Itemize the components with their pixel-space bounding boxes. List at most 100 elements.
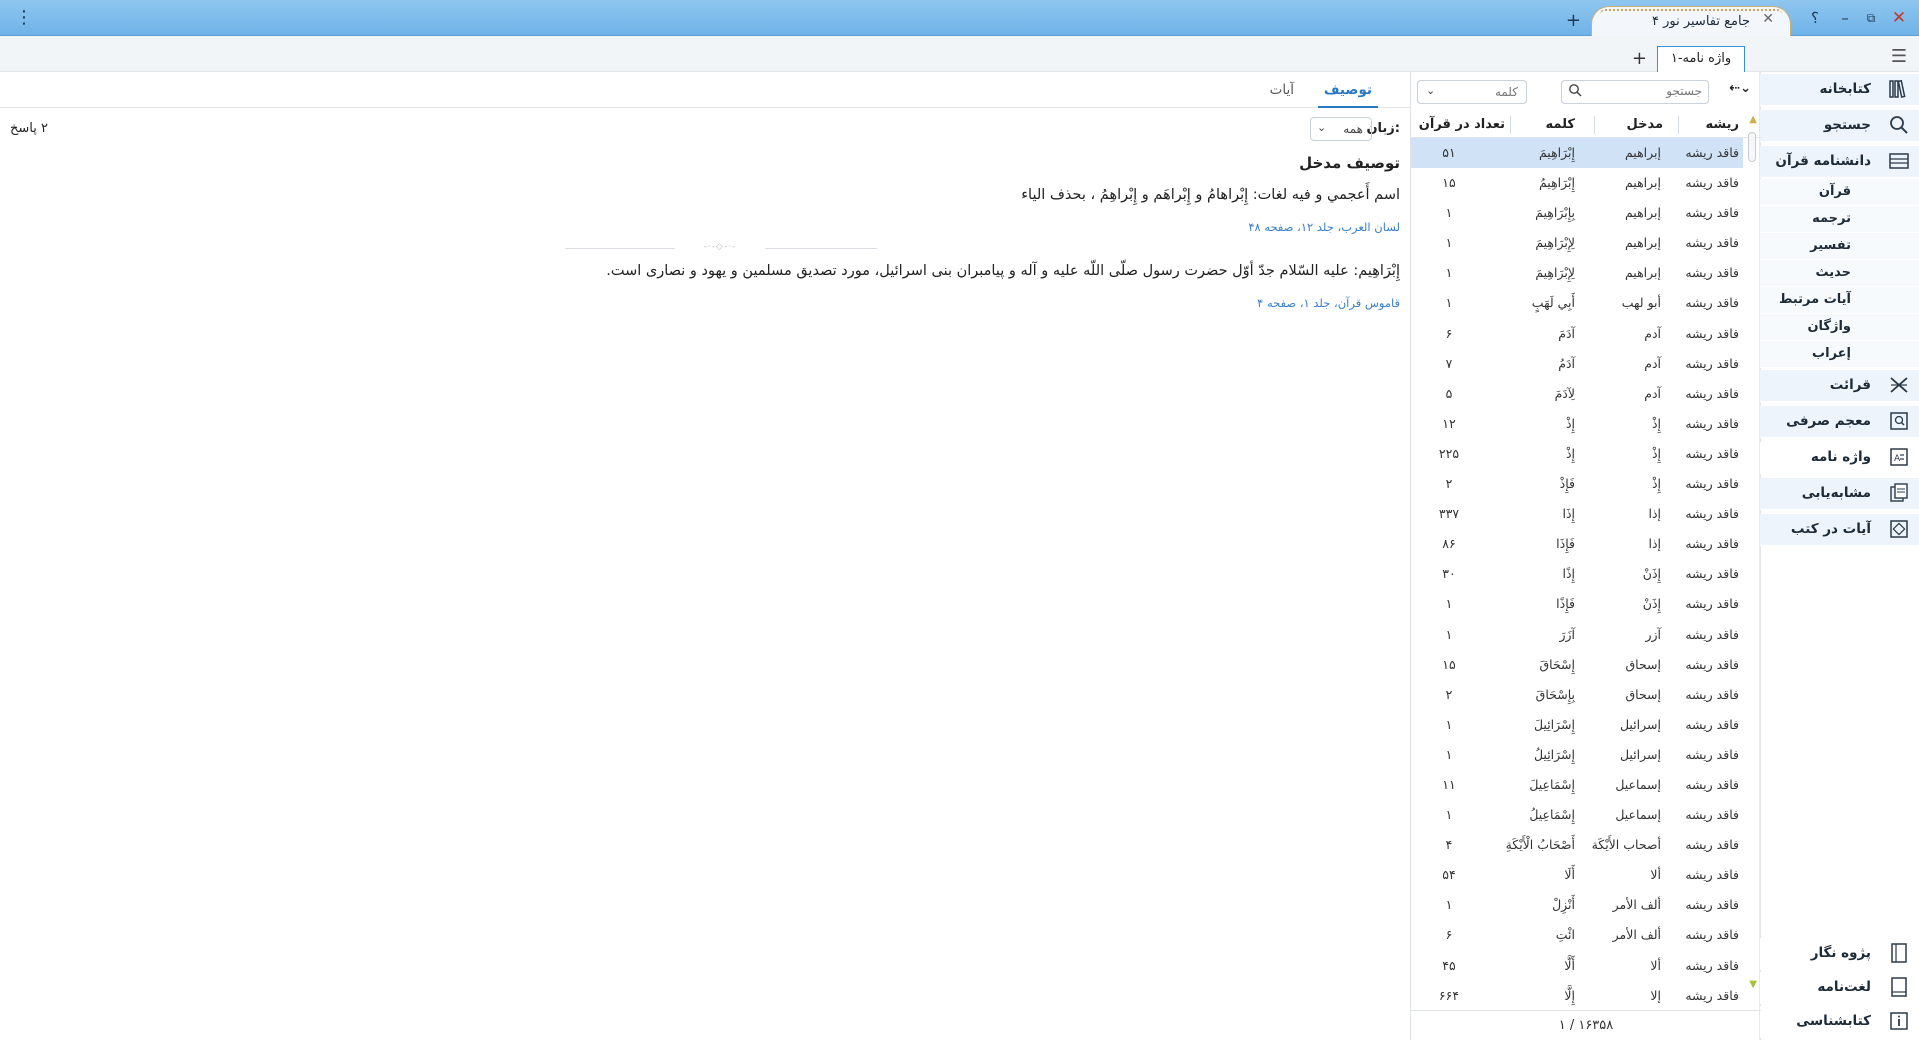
sidebar-item-similarity[interactable]: مشابه‌یابی xyxy=(1760,478,1919,510)
table-row[interactable]: فاقد ریشه أصحاب الأَيْكَة أَصْحَابُ الْأَي… xyxy=(1411,830,1743,860)
sidebar-item-tafsir[interactable]: تفسیر xyxy=(1760,233,1919,260)
cell-root: فاقد ریشه xyxy=(1685,987,1739,1003)
sidebar-item-search[interactable]: جستجو xyxy=(1760,110,1919,142)
tab-dictionary-1[interactable]: واژه نامه-۱ xyxy=(1657,46,1745,72)
sidebar-item-lexicon[interactable]: لغت‌نامه xyxy=(1760,972,1919,1004)
cell-root: فاقد ریشه xyxy=(1685,175,1739,191)
sidebar-item-vocabulary[interactable]: واژگان xyxy=(1760,314,1919,341)
new-document-tab-button[interactable]: + xyxy=(1632,48,1647,69)
table-row[interactable]: فاقد ریشه إذا إِذَا ۳۳۷ xyxy=(1411,499,1743,529)
cell-word: إِبْرَاهِيمَ xyxy=(1538,145,1575,160)
sidebar-item-quran[interactable]: قرآن xyxy=(1760,179,1919,206)
column-header-word[interactable]: کلمه xyxy=(1546,117,1575,132)
table-row[interactable]: فاقد ریشه أبو لهب أَبِي لَهَبٍ ۱ xyxy=(1411,288,1743,318)
table-row[interactable]: فاقد ریشه آزر آزَرَ ۱ xyxy=(1411,620,1743,650)
sidebar-item-dictionary[interactable]: A واژه نامه xyxy=(1760,442,1919,474)
cell-entry: إِذْ xyxy=(1651,445,1661,461)
table-row[interactable]: فاقد ریشه إبراهيم إِبْرَاهِيمَ ۵۱ xyxy=(1411,138,1743,169)
entry-source-link[interactable]: لسان العرب، جلد ۱۲، صفحه ۴۸ xyxy=(1248,220,1400,234)
search-icon[interactable] xyxy=(1568,83,1582,101)
sidebar-item-verses-in-books[interactable]: آیات در کتب xyxy=(1760,514,1919,546)
cell-entry: إِذَنْ xyxy=(1642,566,1661,582)
cell-count: ۵ xyxy=(1445,385,1453,401)
sidebar-item-label: پژوه نگار xyxy=(1810,945,1871,961)
tab-description[interactable]: توصیف xyxy=(1317,82,1379,108)
minimize-button[interactable]: – xyxy=(1833,6,1857,30)
scrollbar-thumb[interactable] xyxy=(1748,132,1756,162)
help-button[interactable]: ؟ xyxy=(1803,6,1827,30)
column-header-root[interactable]: ریشه xyxy=(1706,117,1739,132)
search-input[interactable] xyxy=(1592,84,1702,98)
cell-word: آدَمُ xyxy=(1558,355,1575,371)
table-row[interactable]: فاقد ریشه آدم لِآدَمَ ۵ xyxy=(1411,379,1743,409)
cell-entry: إذا xyxy=(1648,536,1661,552)
table-row[interactable]: فاقد ریشه إِذْ إِذْ ۲۲۵ xyxy=(1411,439,1743,469)
app-tab-close-icon[interactable]: ✕ xyxy=(1762,11,1774,27)
sidebar-item-irab[interactable]: إعراب xyxy=(1760,341,1919,368)
sidebar-item-library[interactable]: کتابخانه xyxy=(1760,74,1919,106)
table-row[interactable]: فاقد ریشه ألا أَلَا ۵۴ xyxy=(1411,860,1743,890)
table-row[interactable]: فاقد ریشه إذا فَإِذَا ۸۶ xyxy=(1411,529,1743,559)
table-row[interactable]: فاقد ریشه إبراهيم بِإِبْرَاهِيمَ ۱ xyxy=(1411,198,1743,228)
table-row[interactable]: فاقد ریشه إلا إِلَّا ۶۶۴ xyxy=(1411,981,1743,1011)
column-header-count[interactable]: تعداد در قرآن xyxy=(1419,117,1505,132)
sidebar-item-label: جستجو xyxy=(1823,117,1871,133)
table-row[interactable]: فاقد ریشه إسرائيل إِسْرَائِيلَ ۱ xyxy=(1411,710,1743,740)
swords-icon xyxy=(1887,374,1911,398)
sidebar-item-hadith[interactable]: حدیث xyxy=(1760,260,1919,287)
table-row[interactable]: فاقد ریشه آدم آدَمُ ۷ xyxy=(1411,349,1743,379)
app-tab[interactable]: ✕ جامع تفاسیر نور ۴ xyxy=(1591,6,1791,36)
table-row[interactable]: فاقد ریشه إسحاق إِسْحَاقَ ۱۵ xyxy=(1411,650,1743,680)
cell-entry: آدم xyxy=(1644,325,1661,341)
cell-word: إِذْ xyxy=(1565,445,1575,461)
svg-text:A: A xyxy=(1894,454,1901,464)
search-field-dropdown[interactable]: کلمه ⌄ xyxy=(1417,80,1527,104)
cell-count: ۷ xyxy=(1445,355,1453,371)
close-button[interactable]: ✕ xyxy=(1887,6,1911,30)
sidebar-item-translation[interactable]: ترجمه xyxy=(1760,206,1919,233)
cell-word: لِإِبْرَاهِيمَ xyxy=(1535,235,1575,251)
table-row[interactable]: فاقد ریشه إبراهيم إِبْرَاهِيمُ ۱۵ xyxy=(1411,168,1743,198)
restore-button[interactable]: ⧉ xyxy=(1859,6,1883,30)
sidebar-item-related-verses[interactable]: آیات مرتبط xyxy=(1760,287,1919,314)
table-row[interactable]: فاقد ریشه إسماعيل إِسْمَاعِيلَ ۱۱ xyxy=(1411,770,1743,800)
table-scrollbar[interactable]: ▲ ▼ xyxy=(1745,112,1759,992)
column-header-entry[interactable]: مدخل xyxy=(1626,117,1663,132)
search-box[interactable] xyxy=(1561,80,1709,104)
scroll-up-arrow-icon[interactable]: ▲ xyxy=(1749,114,1757,125)
table-row[interactable]: فاقد ریشه إِذْ إِذْ ۱۲ xyxy=(1411,409,1743,439)
pagination-status: ۱ / ۱۶۳۵۸ xyxy=(1411,1010,1761,1040)
new-app-tab-button[interactable]: + xyxy=(1566,10,1581,31)
table-row[interactable]: فاقد ریشه إسماعيل إِسْمَاعِيلُ ۱ xyxy=(1411,800,1743,830)
sidebar-item-qiraat[interactable]: قرائت xyxy=(1760,370,1919,402)
cell-root: فاقد ریشه xyxy=(1685,716,1739,732)
tab-verses[interactable]: آیات xyxy=(1270,82,1294,98)
table-row[interactable]: فاقد ریشه إسحاق بِإِسْحَاقَ ۲ xyxy=(1411,680,1743,710)
language-dropdown[interactable]: همه ⌄ xyxy=(1310,117,1372,141)
cell-count: ۱ xyxy=(1445,295,1453,311)
sidebar-item-quran-encyclopedia[interactable]: دانشنامه قرآن xyxy=(1760,146,1919,178)
table-row[interactable]: فاقد ریشه إِذَنْ فَإِذًا ۱ xyxy=(1411,589,1743,619)
table-row[interactable]: فاقد ریشه ألا أَلَّا ۴۵ xyxy=(1411,951,1743,981)
cell-entry: إسماعيل xyxy=(1615,776,1661,792)
scroll-down-arrow-icon[interactable]: ▼ xyxy=(1749,979,1757,990)
sidebar-item-morphology[interactable]: معجم صرفی xyxy=(1760,406,1919,438)
kebab-menu-icon[interactable]: ⋮ xyxy=(12,6,36,30)
sidebar-item-bibliography[interactable]: کتابشناسی xyxy=(1760,1006,1919,1038)
table-row[interactable]: فاقد ریشه آدم آدَمَ ۶ xyxy=(1411,319,1743,349)
cell-count: ۴ xyxy=(1445,837,1453,853)
table-row[interactable]: فاقد ریشه إِذْ فَإِذْ ۲ xyxy=(1411,469,1743,499)
table-row[interactable]: فاقد ریشه إبراهيم لِإِبْرَاهِيمَ ۱ xyxy=(1411,228,1743,258)
table-row[interactable]: فاقد ریشه ألف الأمر ائْتِ ۶ xyxy=(1411,920,1743,950)
hamburger-menu-icon[interactable]: ☰ xyxy=(1891,46,1907,67)
table-row[interactable]: فاقد ریشه ألف الأمر أَنْزِلْ ۱ xyxy=(1411,890,1743,920)
nav-arrow-icon[interactable]: ⇠⌄ xyxy=(1729,81,1751,96)
sidebar-item-research-notes[interactable]: پژوه نگار xyxy=(1760,938,1919,970)
cell-root: فاقد ریشه xyxy=(1685,385,1739,401)
table-row[interactable]: فاقد ریشه إسرائيل إِسْرَائِيلُ ۱ xyxy=(1411,740,1743,770)
cell-word: فَإِذَا xyxy=(1556,536,1575,552)
table-row[interactable]: فاقد ریشه إبراهيم لِإِبْرَاهِيمَ ۱ xyxy=(1411,258,1743,288)
table-row[interactable]: فاقد ریشه إِذَنْ إِذًا ۳۰ xyxy=(1411,559,1743,589)
document-tab-bar: ☰ واژه نامه-۱ + xyxy=(0,36,1919,72)
entry-source-link[interactable]: قاموس قرآن، جلد ۱، صفحه ۴ xyxy=(1257,296,1400,310)
